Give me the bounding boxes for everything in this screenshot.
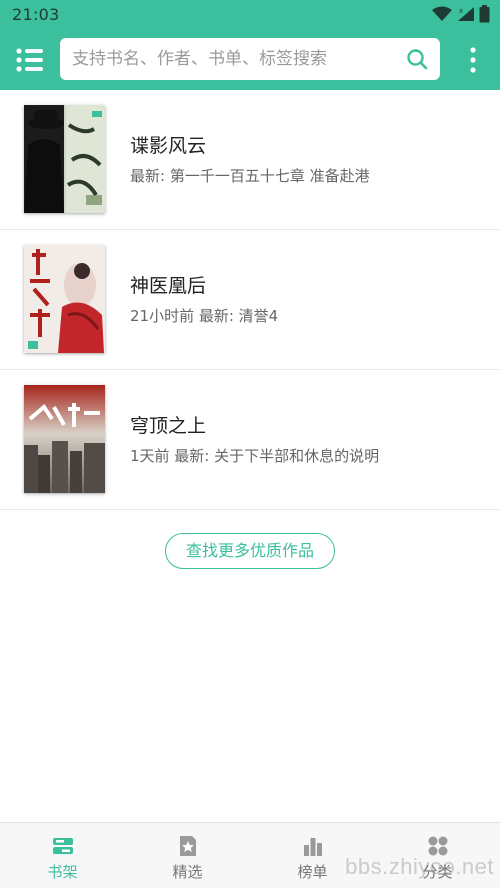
svg-text:x: x — [459, 7, 463, 15]
signal-icon: x — [458, 7, 474, 21]
battery-icon — [479, 5, 490, 23]
star-book-icon — [179, 836, 196, 856]
nav-label: 精选 — [172, 863, 203, 881]
book-cover — [24, 385, 105, 493]
book-latest-chapter: 1天前 最新: 关于下半部和休息的说明 — [130, 447, 380, 465]
app-screen: 21:03 x 支持书名、作者、书单、标签搜索 谍影风云 最新: 第一千一百五十… — [0, 0, 500, 888]
wifi-icon — [432, 6, 452, 21]
bookshelf-icon — [52, 838, 73, 854]
watermark: bbs.zhiyoo.net — [345, 854, 494, 879]
more-vertical-icon — [470, 47, 476, 73]
menu-button[interactable] — [14, 46, 46, 74]
nav-label: 书架 — [47, 863, 78, 881]
book-title: 谍影风云 — [130, 135, 207, 157]
book-item[interactable]: 穹顶之上 1天前 最新: 关于下半部和休息的说明 — [0, 370, 500, 510]
search-input[interactable] — [72, 49, 392, 69]
nav-tab-bookshelf[interactable]: 书架 — [0, 823, 125, 888]
list-menu-icon — [16, 48, 43, 72]
find-more-works-button[interactable]: 查找更多优质作品 — [165, 533, 335, 569]
book-item[interactable]: 谍影风云 最新: 第一千一百五十七章 准备赴港 — [0, 90, 500, 230]
header-bar: 21:03 x — [0, 0, 500, 90]
book-latest-chapter: 21小时前 最新: 清誉4 — [130, 307, 279, 325]
status-time: 21:03 — [12, 5, 60, 24]
more-options-button[interactable] — [466, 46, 480, 74]
status-icons: x — [431, 5, 490, 23]
bar-chart-icon — [303, 838, 322, 856]
book-title: 神医凰后 — [130, 275, 207, 297]
book-cover — [24, 105, 105, 213]
book-cover — [24, 245, 105, 353]
book-title: 穹顶之上 — [130, 415, 207, 437]
book-latest-chapter: 最新: 第一千一百五十七章 准备赴港 — [130, 167, 370, 185]
book-item[interactable]: 神医凰后 21小时前 最新: 清誉4 — [0, 230, 500, 370]
search-icon[interactable] — [406, 48, 428, 70]
bookshelf-list: 谍影风云 最新: 第一千一百五十七章 准备赴港 神医凰后 21小时前 最新: 清… — [0, 90, 500, 510]
search-box[interactable] — [60, 38, 440, 80]
nav-tab-featured[interactable]: 精选 — [125, 823, 250, 888]
status-bar: 21:03 x — [0, 0, 500, 30]
